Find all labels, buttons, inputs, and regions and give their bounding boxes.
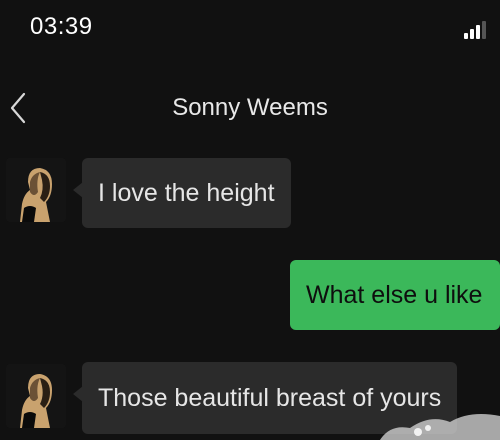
message-text: What else u like (306, 281, 483, 309)
message-text: I love the height (98, 179, 275, 207)
contact-avatar[interactable] (6, 364, 66, 428)
contact-avatar[interactable] (6, 158, 66, 222)
chat-header: Sonny Weems (0, 80, 500, 136)
message-row: I love the height (0, 156, 500, 228)
incoming-message-bubble[interactable]: I love the height (73, 158, 291, 228)
status-time: 03:39 (30, 13, 93, 40)
cellular-signal-icon (464, 19, 494, 39)
message-row: What else u like (0, 260, 500, 332)
contact-name-title: Sonny Weems (172, 94, 328, 121)
message-text: Those beautiful breast of yours (98, 384, 442, 412)
avatar-portrait-icon (6, 364, 66, 428)
message-row: Those beautiful breast of yours (0, 360, 500, 440)
status-bar: 03:39 (0, 0, 500, 52)
incoming-message-bubble[interactable]: Those beautiful breast of yours (72, 362, 458, 434)
outgoing-message-bubble[interactable]: What else u like (290, 260, 500, 330)
avatar-portrait-icon (6, 158, 66, 222)
